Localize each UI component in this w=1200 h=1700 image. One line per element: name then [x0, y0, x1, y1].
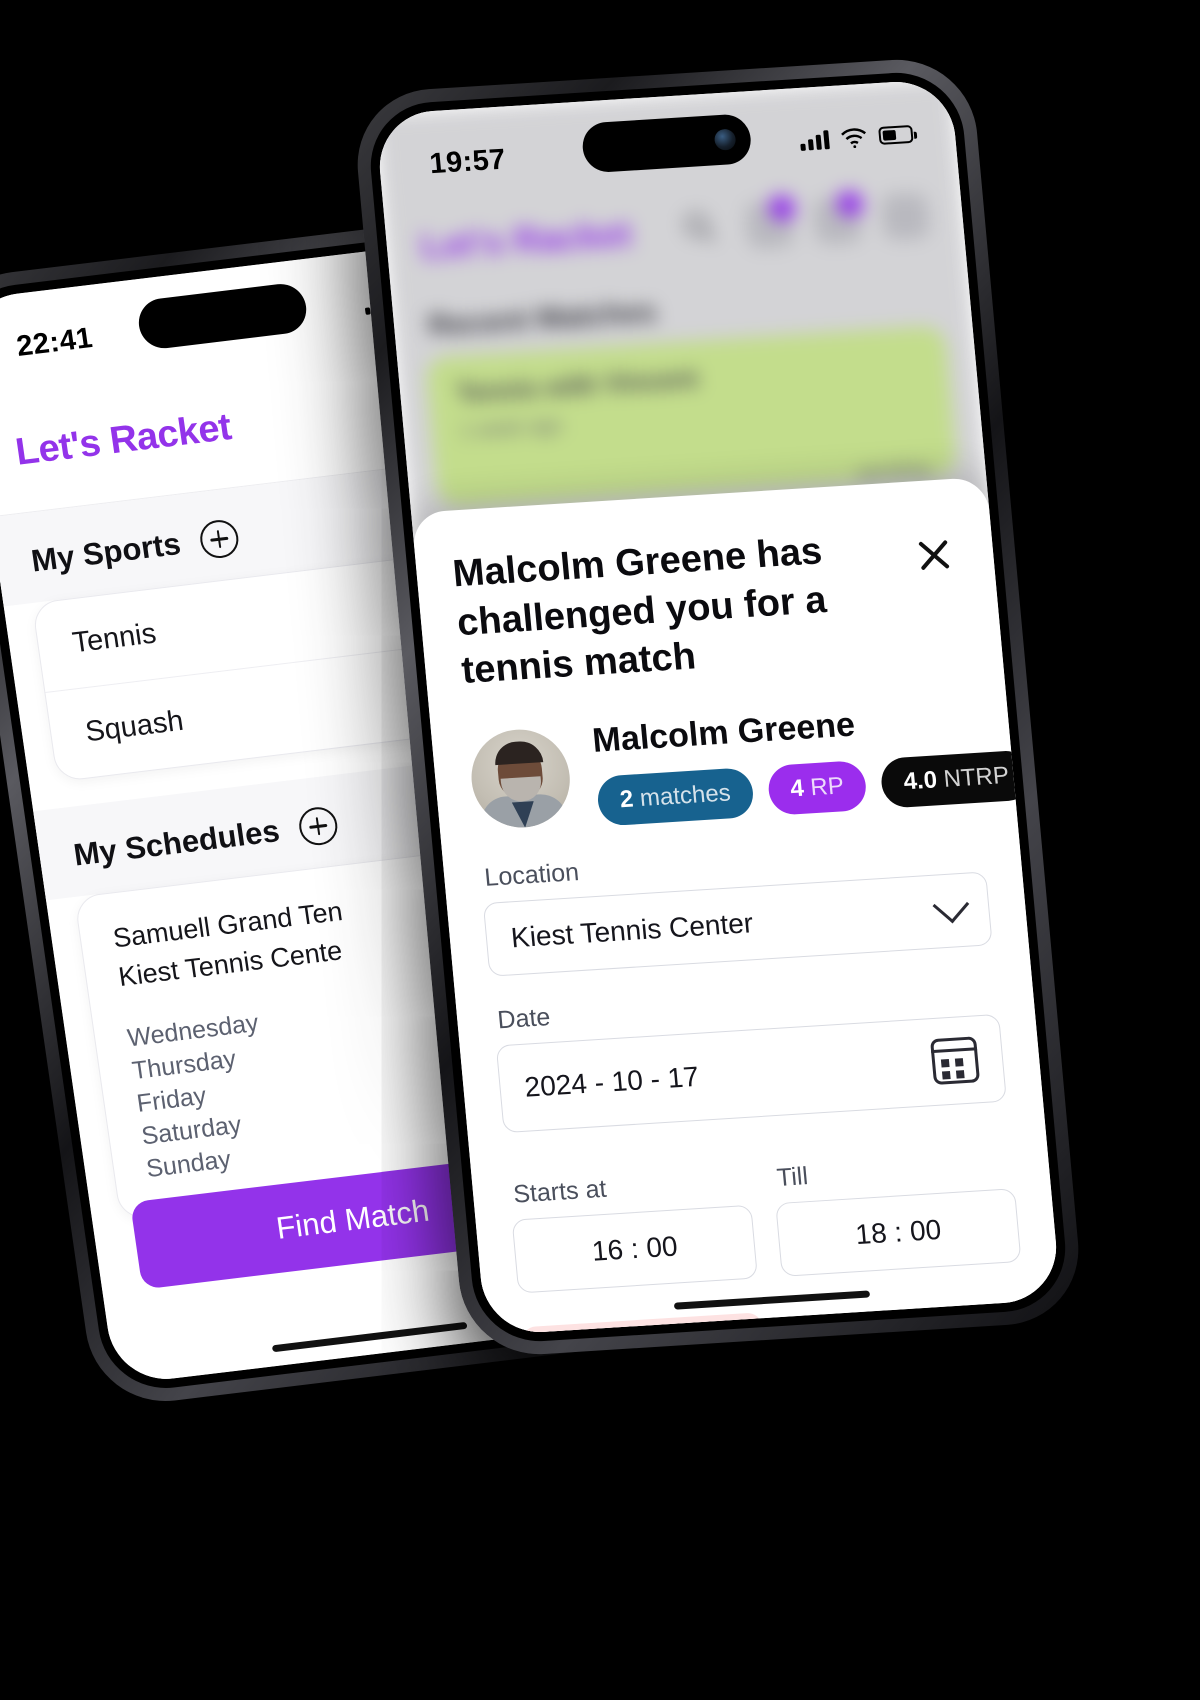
- player-summary: Malcolm Greene 2 matches 4 RP 4.0 NTRP: [467, 698, 1034, 834]
- recent-match-card: Tennis with Vincent 1 week ago pending: [425, 325, 958, 508]
- notifications-icon: [744, 200, 795, 250]
- location-value: Kiest Tennis Center: [509, 907, 755, 954]
- battery-icon: [878, 124, 914, 145]
- right-app-content: Let's Racket Recent Matches Tennis with …: [374, 78, 1062, 1336]
- status-clock: 22:41: [14, 321, 95, 363]
- phone-right: 19:57 Let's Racket Recent Matches Tennis…: [350, 55, 1086, 1359]
- phone-right-screen: 19:57 Let's Racket Recent Matches Tennis…: [374, 78, 1062, 1336]
- section-title: My Sports: [29, 525, 183, 579]
- status-indicators: [799, 123, 914, 151]
- modal-title: Malcolm Greene has challenged you for a …: [450, 530, 829, 693]
- add-sport-button[interactable]: [197, 517, 241, 561]
- status-badge: 4 RP: [766, 759, 869, 816]
- till-input[interactable]: 18 : 00: [775, 1187, 1022, 1277]
- screenshot-stage: 22:41 Let's Racket My Sports Tennis Squa…: [0, 0, 1200, 1700]
- menu-icon: [880, 192, 931, 241]
- app-brand: Let's Racket: [419, 212, 634, 267]
- player-badges: 2 matches 4 RP 4.0 NTRP: [595, 749, 1034, 827]
- status-badge: 2 matches: [595, 766, 755, 827]
- search-icon: [677, 205, 727, 254]
- avatar: [467, 727, 575, 831]
- add-schedule-button[interactable]: [296, 805, 340, 848]
- till-label: Till: [775, 1162, 810, 1192]
- header-icons: [677, 192, 931, 254]
- till-group: Till 18 : 00: [769, 1119, 1022, 1277]
- withdraw-button[interactable]: Withdraw: [521, 1312, 769, 1336]
- messages-icon: [812, 196, 863, 246]
- section-title: My Schedules: [71, 813, 282, 873]
- challenge-modal: Malcolm Greene has challenged you for a …: [411, 476, 1062, 1336]
- wifi-icon: [841, 127, 866, 148]
- player-name: Malcolm Greene: [590, 705, 857, 760]
- starts-at-label: Starts at: [512, 1174, 608, 1209]
- accept-button[interactable]: Accept: [786, 1315, 1034, 1336]
- starts-at-group: Starts at 16 : 00: [505, 1136, 758, 1294]
- time-range: Starts at 16 : 00 Till 18 : 00: [504, 1101, 1022, 1294]
- close-icon[interactable]: [909, 529, 959, 578]
- cellular-icon: [799, 129, 830, 151]
- phone-right-bezel: 19:57 Let's Racket Recent Matches Tennis…: [365, 68, 1071, 1346]
- status-badge: 4.0 NTRP: [879, 749, 1034, 809]
- chevron-down-icon: [932, 886, 970, 924]
- status-clock: 19:57: [428, 143, 508, 180]
- date-value: 2024 - 10 - 17: [523, 1060, 701, 1103]
- player-details: Malcolm Greene 2 matches 4 RP 4.0 NTRP: [590, 695, 1034, 827]
- starts-at-input[interactable]: 16 : 00: [511, 1204, 758, 1294]
- modal-header: Malcolm Greene has challenged you for a …: [451, 519, 967, 696]
- app-brand: Let's Racket: [12, 405, 234, 474]
- calendar-icon[interactable]: [929, 1036, 981, 1085]
